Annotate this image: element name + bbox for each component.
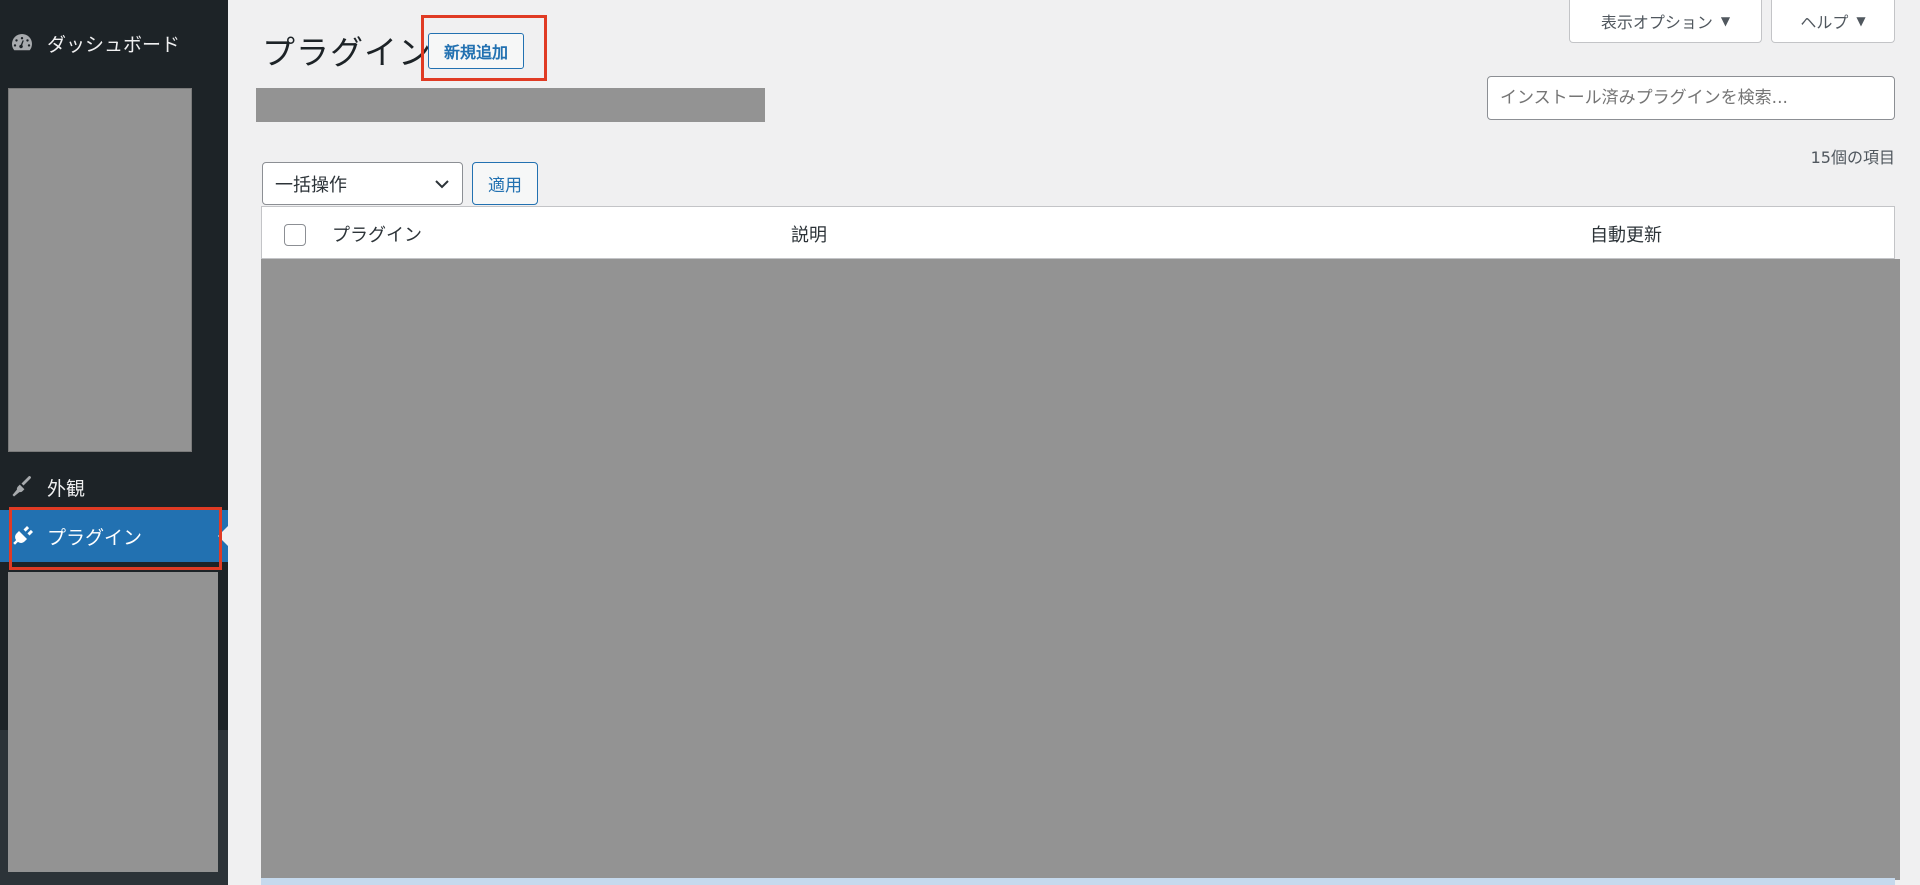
- redacted-plugin-rows: [261, 259, 1900, 880]
- table-bottom-edge: [261, 878, 1895, 885]
- redacted-notice: [256, 88, 765, 122]
- sidebar-item-label: 外観: [47, 477, 86, 500]
- column-header-auto-update: 自動更新: [1590, 225, 1662, 246]
- apply-button[interactable]: 適用: [472, 162, 538, 205]
- plugin-search-input[interactable]: [1487, 76, 1895, 120]
- redacted-menu-block: [8, 88, 192, 452]
- sidebar-item-dashboard[interactable]: ダッシュボード: [0, 22, 228, 64]
- appearance-brush-icon: [9, 474, 35, 500]
- active-pointer: [218, 526, 228, 546]
- sidebar-item-label: プラグイン: [47, 526, 143, 549]
- dashboard-icon: [9, 30, 35, 56]
- wp-admin-plugins-screen: ダッシュボード 外観 プラグイン プラグイン 新規追加 表示オプション ▼ ヘル…: [0, 0, 1920, 885]
- caret-down-icon: ▼: [1720, 14, 1731, 28]
- screen-options-label: 表示オプション: [1600, 13, 1713, 32]
- caret-down-icon: ▼: [1856, 14, 1866, 28]
- sidebar-item-plugins[interactable]: プラグイン: [0, 510, 228, 562]
- bulk-action-select[interactable]: 一括操作: [262, 162, 463, 205]
- column-header-description: 説明: [791, 225, 827, 246]
- sidebar-item-label: ダッシュボード: [47, 33, 181, 56]
- admin-sidebar: ダッシュボード 外観 プラグイン: [0, 0, 228, 885]
- sidebar-item-appearance[interactable]: 外観: [0, 466, 228, 508]
- screen-options-button[interactable]: 表示オプション ▼: [1569, 0, 1762, 43]
- plugins-table-header: プラグイン 説明 自動更新: [261, 206, 1895, 259]
- plugin-icon: [9, 523, 35, 549]
- chevron-down-icon: [435, 180, 449, 189]
- add-new-plugin-button[interactable]: 新規追加: [428, 33, 524, 69]
- help-button[interactable]: ヘルプ ▼: [1771, 0, 1895, 43]
- bulk-action-selected-value: 一括操作: [275, 174, 347, 196]
- help-label: ヘルプ: [1800, 13, 1849, 32]
- redacted-submenu-block: [8, 572, 218, 872]
- select-all-checkbox[interactable]: [284, 224, 306, 246]
- page-title: プラグイン: [262, 33, 432, 72]
- column-header-plugin[interactable]: プラグイン: [332, 221, 422, 247]
- item-count: 15個の項目: [1810, 148, 1895, 167]
